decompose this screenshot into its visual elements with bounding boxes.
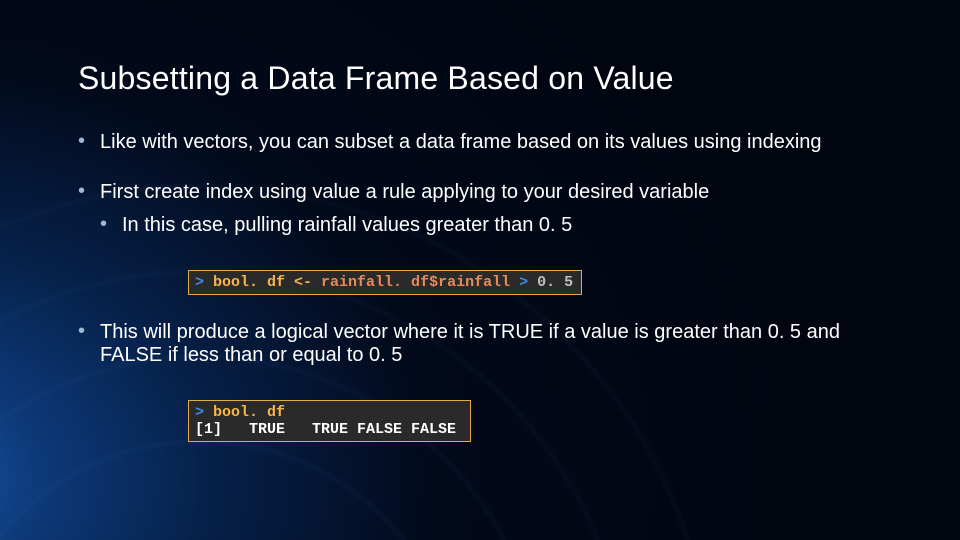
code1-op: > [510,274,537,291]
bullet-2-sub-list: In this case, pulling rainfall values gr… [100,214,890,238]
code2-idx: [1] [195,421,222,438]
bullet-2-sub: In this case, pulling rainfall values gr… [100,214,890,238]
code1-rhs: rainfall. df$rainfall [321,274,510,291]
slide-title: Subsetting a Data Frame Based on Value [78,60,890,97]
code2-cmd: bool. df [213,404,285,421]
code1-assign: <- [285,274,321,291]
bullet-1: Like with vectors, you can subset a data… [78,131,890,155]
code1-num: 0. 5 [537,274,573,291]
bullet-2: First create index using value a rule ap… [78,181,890,238]
code2-prompt: > [195,404,213,421]
code2-vals: TRUE TRUE FALSE FALSE [222,421,456,438]
code1-lhs: bool. df [213,274,285,291]
bullet-3-text: This will produce a logical vector where… [100,321,840,367]
code-block-1-wrap: > bool. df <- rainfall. df$rainfall > 0.… [78,264,890,299]
bullet-3: This will produce a logical vector where… [78,321,890,368]
bullet-2-text: First create index using value a rule ap… [100,181,709,203]
bullet-list: Like with vectors, you can subset a data… [78,131,890,238]
slide-body: Subsetting a Data Frame Based on Value L… [0,0,960,446]
bullet-2-sub-text: In this case, pulling rainfall values gr… [122,214,572,236]
code-block-2: > bool. df [1] TRUE TRUE FALSE FALSE [188,400,471,442]
code1-prompt: > [195,274,213,291]
code-block-2-wrap: > bool. df [1] TRUE TRUE FALSE FALSE [78,394,890,446]
bullet-list-2: This will produce a logical vector where… [78,321,890,368]
code-block-1: > bool. df <- rainfall. df$rainfall > 0.… [188,270,582,295]
bullet-1-text: Like with vectors, you can subset a data… [100,131,822,153]
